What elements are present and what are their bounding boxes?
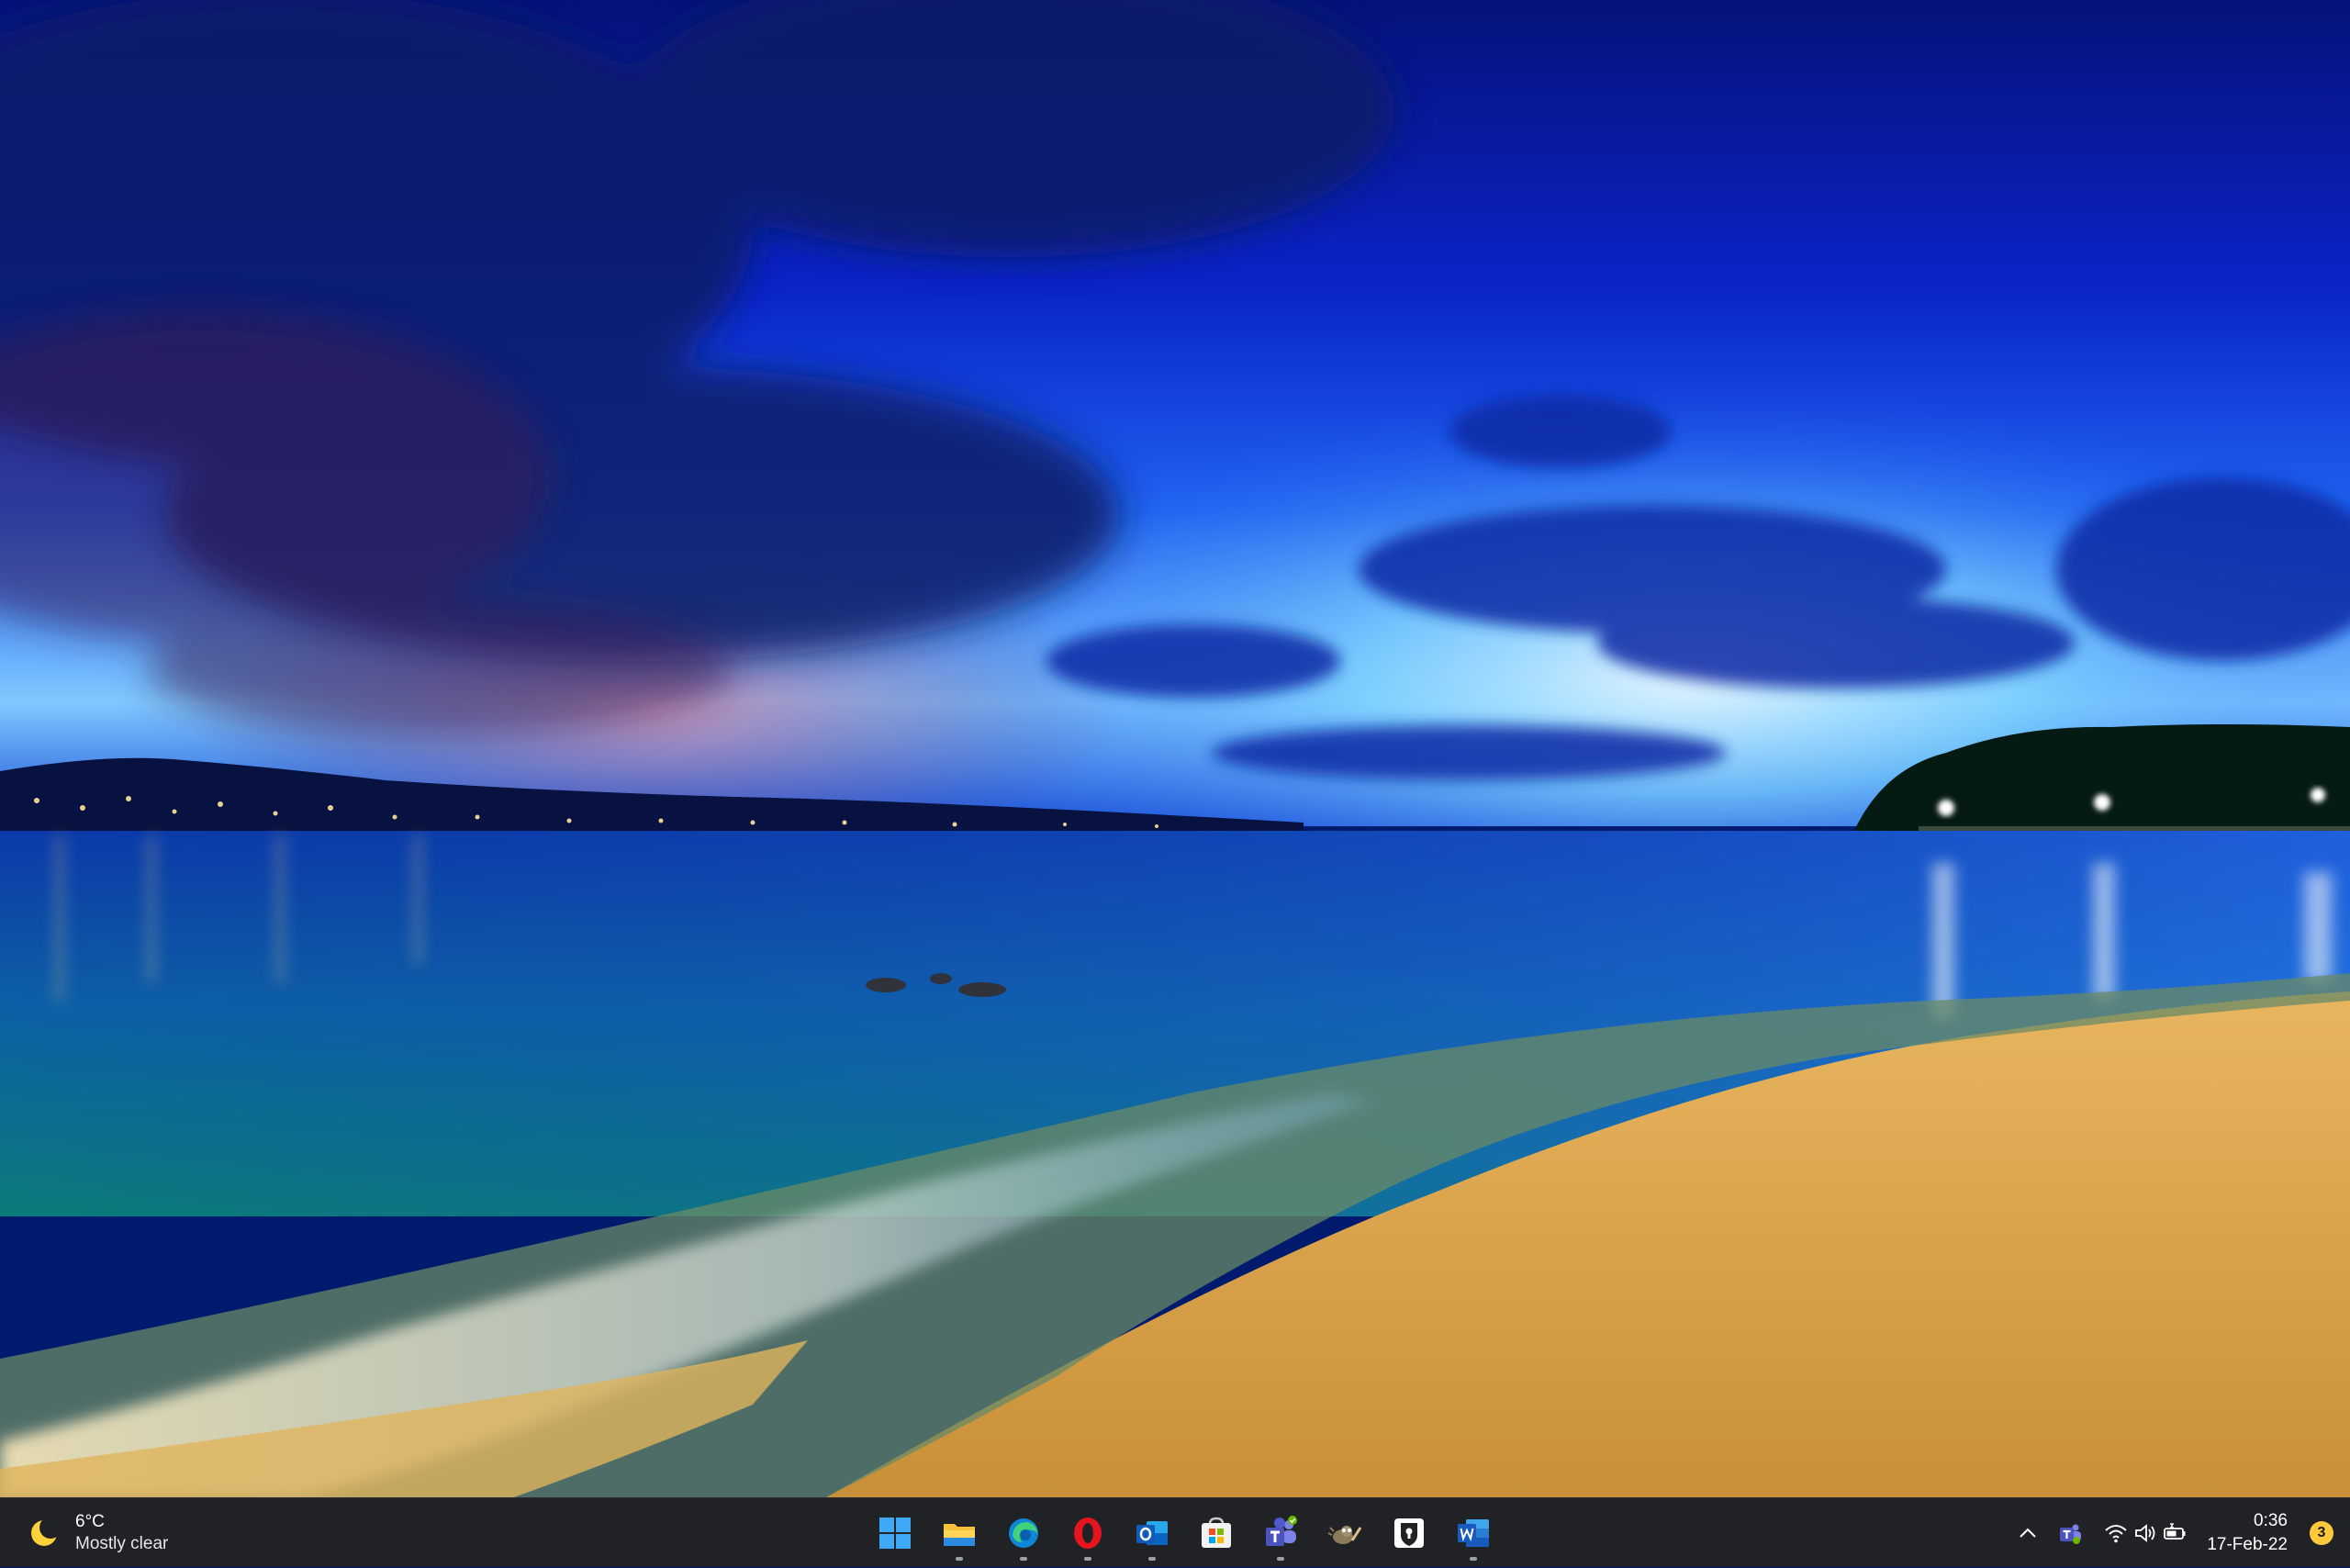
battery-icon xyxy=(2164,1523,2186,1540)
weather-condition: Mostly clear xyxy=(75,1534,169,1553)
teams-button[interactable] xyxy=(1248,1506,1313,1561)
word-icon xyxy=(1458,1519,1489,1547)
show-hidden-icons-button[interactable] xyxy=(2015,1520,2041,1546)
teams-tray-icon xyxy=(2060,1524,2081,1544)
running-indicator xyxy=(1277,1557,1284,1561)
notification-badge[interactable]: 3 xyxy=(2310,1521,2333,1545)
gimp-icon xyxy=(1327,1526,1362,1544)
outlook-icon xyxy=(1136,1521,1168,1545)
edge-icon xyxy=(1009,1518,1038,1548)
weather-temperature: 6°C xyxy=(75,1512,105,1531)
clock[interactable]: 0:36 17-Feb-22 xyxy=(2187,1509,2288,1557)
start-button[interactable] xyxy=(863,1506,927,1561)
windows-start-icon xyxy=(879,1518,911,1549)
volume-icon xyxy=(2135,1524,2155,1542)
clock-date: 17-Feb-22 xyxy=(2207,1535,2288,1554)
battery-button[interactable] xyxy=(2162,1520,2188,1546)
file-explorer-button[interactable] xyxy=(927,1506,991,1561)
volume-button[interactable] xyxy=(2132,1520,2158,1546)
opera-icon xyxy=(1074,1518,1102,1549)
bitwarden-button[interactable] xyxy=(1377,1506,1441,1561)
running-indicator xyxy=(1470,1557,1477,1561)
teams-tray-button[interactable] xyxy=(2057,1520,2083,1546)
gimp-button[interactable] xyxy=(1313,1506,1377,1561)
teams-icon xyxy=(1266,1516,1297,1546)
chevron-up-icon xyxy=(2020,1528,2036,1538)
store-icon xyxy=(1202,1517,1231,1548)
wifi-icon xyxy=(2105,1525,2127,1543)
running-indicator xyxy=(1020,1557,1027,1561)
word-button[interactable] xyxy=(1441,1506,1505,1561)
outlook-button[interactable] xyxy=(1120,1506,1184,1561)
taskbar: 6°C Mostly clear 0:36 17-Feb-22 3 xyxy=(0,1497,2350,1567)
network-button[interactable] xyxy=(2103,1520,2129,1546)
running-indicator xyxy=(1148,1557,1156,1561)
edge-button[interactable] xyxy=(991,1506,1056,1561)
store-button[interactable] xyxy=(1184,1506,1248,1561)
taskbar-apps xyxy=(863,1506,1505,1561)
file-explorer-icon xyxy=(944,1524,975,1546)
running-indicator xyxy=(956,1557,963,1561)
crescent-moon-icon xyxy=(31,1517,62,1546)
weather-widget[interactable]: 6°C Mostly clear xyxy=(26,1507,168,1559)
desktop-wallpaper xyxy=(0,0,2350,1497)
running-indicator xyxy=(1084,1557,1091,1561)
bitwarden-icon xyxy=(1394,1518,1424,1548)
clock-time: 0:36 xyxy=(2254,1511,2288,1530)
opera-button[interactable] xyxy=(1056,1506,1120,1561)
